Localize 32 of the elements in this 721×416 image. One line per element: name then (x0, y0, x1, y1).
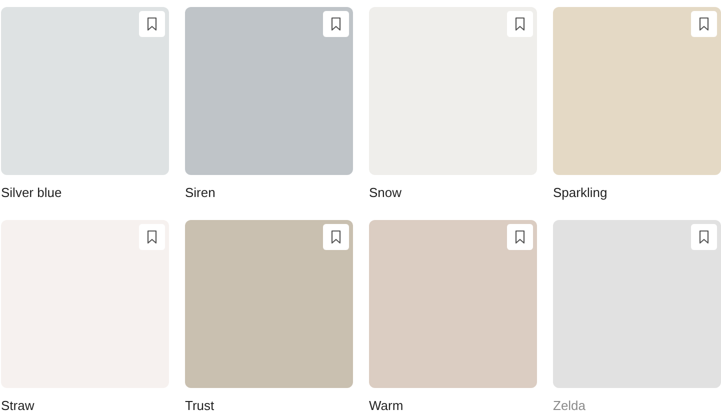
swatch-name: Silver blue (1, 186, 63, 200)
bookmark-button[interactable] (691, 224, 717, 250)
color-swatch[interactable] (369, 220, 537, 388)
bookmark-button[interactable] (323, 11, 349, 37)
bookmark-button[interactable] (507, 224, 533, 250)
color-swatch[interactable] (369, 7, 537, 175)
bookmark-icon (331, 230, 341, 244)
color-swatch[interactable] (553, 220, 721, 388)
bookmark-icon (699, 230, 709, 244)
bookmark-button[interactable] (139, 224, 165, 250)
bookmark-icon (515, 17, 525, 31)
swatch-name: Warm (369, 399, 404, 413)
bookmark-button[interactable] (507, 11, 533, 37)
color-swatch[interactable] (1, 7, 169, 175)
swatch-name: Siren (185, 186, 216, 200)
swatch-name: Zelda (553, 399, 587, 413)
bookmark-icon (515, 230, 525, 244)
swatch-name: Sparkling (553, 186, 608, 200)
bookmark-icon (147, 230, 157, 244)
color-swatch[interactable] (553, 7, 721, 175)
color-swatch[interactable] (185, 7, 353, 175)
swatch-name: Straw (1, 399, 36, 413)
bookmark-icon (699, 17, 709, 31)
bookmark-button[interactable] (691, 11, 717, 37)
swatch-name: Snow (369, 186, 403, 200)
bookmark-button[interactable] (323, 224, 349, 250)
bookmark-icon (147, 17, 157, 31)
bookmark-icon (331, 17, 341, 31)
color-swatch[interactable] (185, 220, 353, 388)
color-swatch[interactable] (1, 220, 169, 388)
bookmark-button[interactable] (139, 11, 165, 37)
swatch-name: Trust (185, 399, 216, 413)
